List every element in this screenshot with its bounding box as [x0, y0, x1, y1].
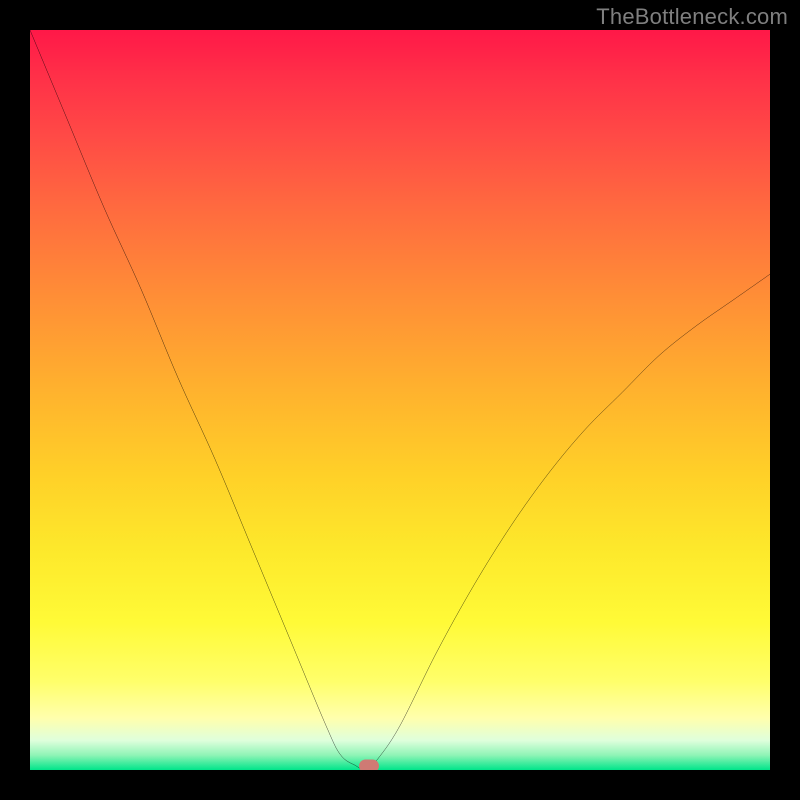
plot-area: [30, 30, 770, 770]
chart-frame: TheBottleneck.com: [0, 0, 800, 800]
optimal-point-marker: [359, 759, 379, 770]
bottleneck-curve: [30, 30, 770, 770]
curve-path: [30, 30, 770, 770]
watermark-text: TheBottleneck.com: [596, 4, 788, 30]
